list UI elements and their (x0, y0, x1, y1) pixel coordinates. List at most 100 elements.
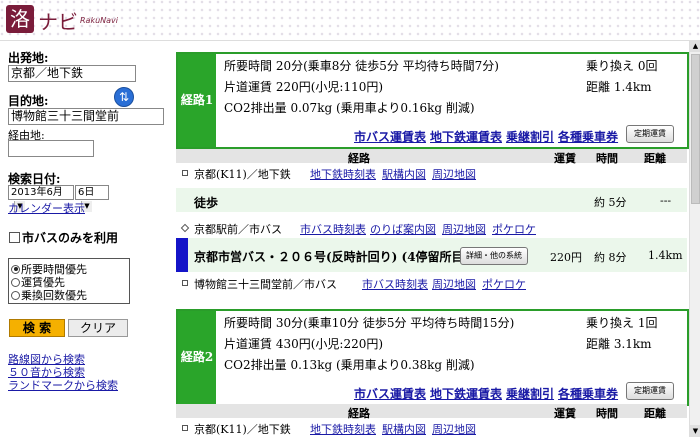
swap-icon[interactable]: ⇅ (114, 87, 134, 107)
header: 洛 ナビ RakuNavi (0, 0, 700, 41)
commuter-pass-button[interactable]: 定期運賃 (626, 125, 674, 143)
boarding-guide-link[interactable]: のりば案内図 (370, 221, 436, 237)
route-distance: 距離 1.4km (586, 80, 652, 94)
sort-options: 所要時間優先 運賃優先 乗換回数優先 (8, 258, 130, 304)
subway-fare-link[interactable]: 地下鉄運賃表 (430, 387, 502, 401)
col-distance: 距離 (644, 152, 666, 165)
station-map-link[interactable]: 駅構内図 (382, 166, 426, 182)
ride-distance: 1.4km (648, 249, 683, 262)
clear-button[interactable]: クリア (68, 319, 128, 337)
tickets-link[interactable]: 各種乗車券 (558, 130, 618, 144)
walk-time: 約 5分 (594, 196, 627, 209)
area-map-link[interactable]: 周辺地図 (432, 166, 476, 182)
vertical-scrollbar[interactable]: ▲ ▼ (689, 40, 700, 437)
fare-links: 市バス運賃表 地下鉄運賃表 乗継割引 各種乗車券 (354, 128, 622, 145)
col-fare: 運賃 (554, 152, 576, 165)
bus-timetable-link[interactable]: 市バス時刻表 (300, 221, 366, 237)
radio-icon (11, 264, 20, 274)
station-icon (182, 425, 188, 431)
logo-subtitle: RakuNavi (80, 16, 119, 25)
radio-icon (11, 277, 20, 287)
bus-ride-segment: 京都市営バス・２０６号(反時計回り) (4停留所目) 詳細・他の系統 220円 … (176, 238, 687, 272)
route-table-header: 経路 運賃 時間 距離 (176, 149, 687, 165)
day-select[interactable]: 6日▼ (75, 185, 109, 212)
col-fare: 運賃 (554, 407, 576, 420)
col-time: 時間 (596, 407, 618, 420)
area-map-link[interactable]: 周辺地図 (442, 221, 486, 237)
subway-timetable-link[interactable]: 地下鉄時刻表 (310, 421, 376, 437)
station-map-link[interactable]: 駅構内図 (382, 421, 426, 437)
search-sidebar: 出発地: 京都／地下鉄 目的地: ⇅ 博物館三十三間堂前 経由地: 検索日付: … (0, 40, 170, 437)
col-route: 経路 (348, 407, 370, 420)
route-time: 所要時間 30分(乗車10分 徒歩5分 平均待ち時間15分) (224, 316, 515, 330)
route-table-header: 経路 運賃 時間 距離 (176, 404, 687, 420)
tickets-link[interactable]: 各種乗車券 (558, 387, 618, 401)
route-co2: CO2排出量 0.07kg (乗用車より0.16kg 削減) (224, 101, 475, 115)
area-map-link[interactable]: 周辺地図 (432, 421, 476, 437)
route-detail-button[interactable]: 詳細・他の系統 (460, 247, 528, 265)
route-fare: 片道運賃 220円(小児:110円) (224, 80, 384, 94)
route-transfers: 乗り換え 1回 (586, 316, 658, 330)
route-time: 所要時間 20分(乗車8分 徒歩5分 平均待ち時間7分) (224, 59, 499, 73)
sort-option-label: 乗換回数優先 (21, 289, 87, 302)
to-label: 目的地: (8, 94, 49, 108)
route-transfers: 乗り換え 0回 (586, 59, 658, 73)
transfer-discount-link[interactable]: 乗継割引 (506, 130, 554, 144)
walk-segment: 徒歩 約 5分 --- (176, 188, 687, 212)
logo-icon[interactable]: 洛 (6, 5, 34, 33)
landmark-search-link[interactable]: ランドマークから検索 (8, 377, 118, 393)
from-label: 出発地: (8, 51, 49, 65)
bus-only-label: 市バスのみを利用 (22, 231, 119, 245)
month-value: 2013年6月 (11, 187, 63, 198)
subway-fare-link[interactable]: 地下鉄運賃表 (430, 130, 502, 144)
from-input[interactable]: 京都／地下鉄 (8, 65, 136, 82)
col-distance: 距離 (644, 407, 666, 420)
col-time: 時間 (596, 152, 618, 165)
route-co2: CO2排出量 0.13kg (乗用車より0.38kg 削減) (224, 358, 475, 372)
ride-time: 約 8分 (594, 251, 627, 264)
pokeloke-link[interactable]: ポケロケ (492, 221, 536, 237)
walk-distance: --- (660, 194, 672, 207)
station-icon (182, 280, 188, 286)
walk-label: 徒歩 (194, 196, 219, 210)
stop-icon (180, 223, 190, 233)
station-name: 京都(K11)／地下鉄 (194, 423, 291, 436)
subway-timetable-link[interactable]: 地下鉄時刻表 (310, 166, 376, 182)
results-panel: 経路1 所要時間 20分(乗車8分 徒歩5分 平均待ち時間7分) 片道運賃 22… (176, 40, 689, 437)
sort-option-transfers[interactable]: 乗換回数優先 (11, 287, 87, 303)
bus-only-checkbox[interactable] (9, 232, 20, 243)
to-input[interactable]: 博物館三十三間堂前 (8, 108, 164, 125)
via-input[interactable] (8, 140, 94, 157)
route-fare: 片道運賃 430円(小児:220円) (224, 337, 384, 351)
bus-fare-link[interactable]: 市バス運賃表 (354, 130, 426, 144)
route-summary-1: 経路1 所要時間 20分(乗車8分 徒歩5分 平均待ち時間7分) 片道運賃 22… (176, 52, 689, 149)
route-tag: 経路1 (178, 54, 216, 147)
area-map-link[interactable]: 周辺地図 (432, 276, 476, 292)
bus-fare-link[interactable]: 市バス運賃表 (354, 387, 426, 401)
route-distance: 距離 3.1km (586, 337, 652, 351)
logo-text[interactable]: ナビ (38, 6, 78, 35)
pokeloke-link[interactable]: ポケロケ (482, 276, 526, 292)
scroll-down-icon[interactable]: ▼ (690, 425, 700, 437)
station-name: 京都駅前／市バス (194, 223, 282, 236)
radio-icon (11, 290, 20, 300)
col-route: 経路 (348, 152, 370, 165)
scroll-thumb[interactable] (691, 54, 700, 204)
month-select[interactable]: 2013年6月▼ (8, 185, 74, 212)
scroll-up-icon[interactable]: ▲ (690, 40, 700, 52)
route-summary-2: 経路2 所要時間 30分(乗車10分 徒歩5分 平均待ち時間15分) 片道運賃 … (176, 309, 689, 406)
route-tag: 経路2 (178, 311, 216, 404)
day-value: 6日 (78, 187, 95, 198)
station-name: 博物館三十三間堂前／市バス (194, 278, 337, 291)
fare-links: 市バス運賃表 地下鉄運賃表 乗継割引 各種乗車券 (354, 385, 622, 402)
bus-timetable-link[interactable]: 市バス時刻表 (362, 276, 428, 292)
commuter-pass-button[interactable]: 定期運賃 (626, 382, 674, 400)
station-name: 京都(K11)／地下鉄 (194, 168, 291, 181)
station-icon (182, 170, 188, 176)
bus-line-bar (176, 238, 188, 272)
search-button[interactable]: 検 索 (9, 319, 65, 337)
ride-fare: 220円 (550, 251, 582, 264)
bus-line-name: 京都市営バス・２０６号(反時計回り) (4停留所目) (194, 250, 470, 264)
transfer-discount-link[interactable]: 乗継割引 (506, 387, 554, 401)
calendar-link[interactable]: カレンダー表示 (8, 200, 85, 216)
